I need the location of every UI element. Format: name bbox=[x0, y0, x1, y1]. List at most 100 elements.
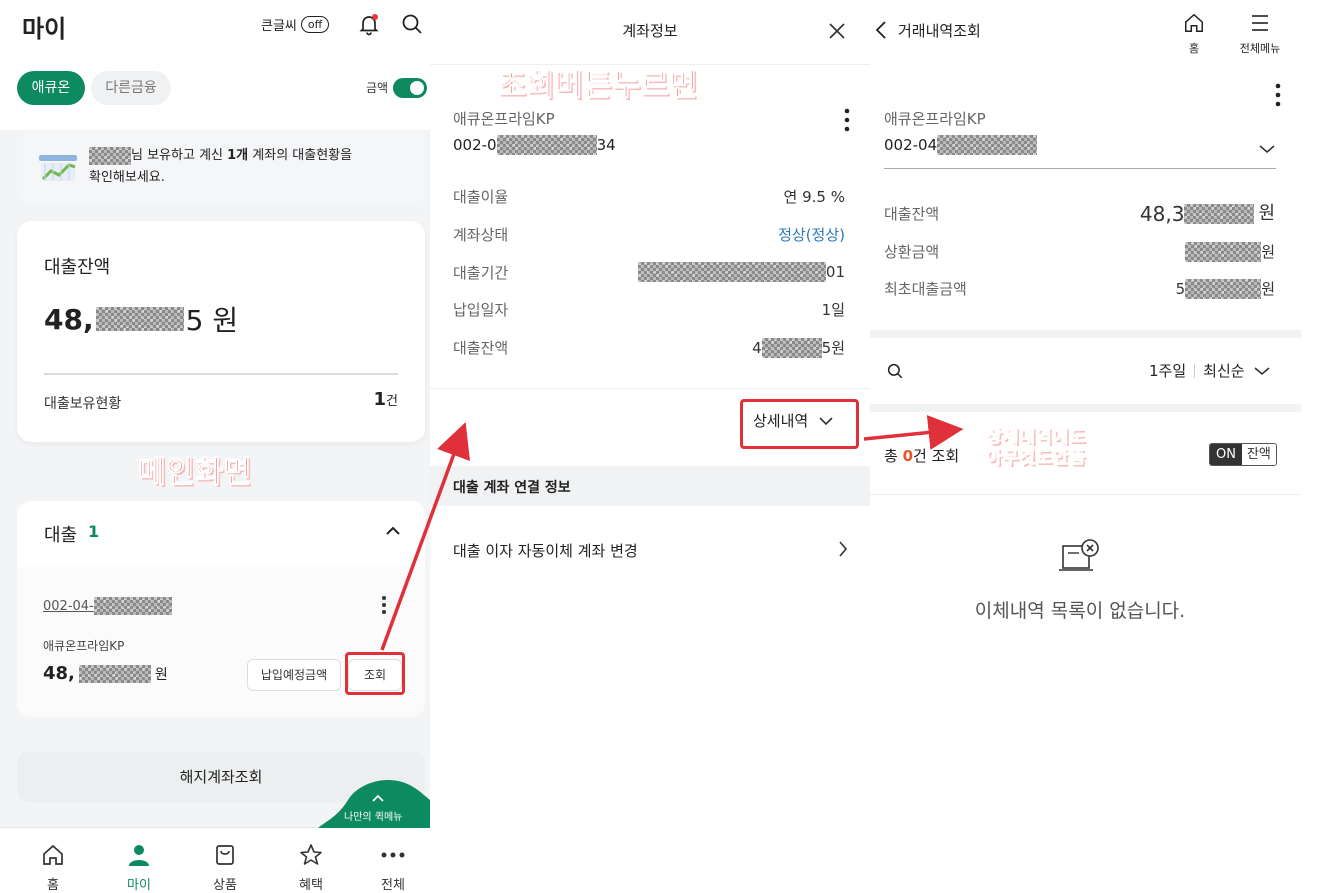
chart-illustration-icon bbox=[37, 153, 81, 189]
back-icon[interactable] bbox=[875, 20, 887, 44]
star-icon bbox=[281, 842, 341, 868]
auto-transfer-change-item[interactable]: 대출 이자 자동이체 계좌 변경 bbox=[430, 526, 870, 572]
more-vertical-icon[interactable] bbox=[1275, 83, 1281, 111]
balance-toggle[interactable]: ON 잔액 bbox=[1209, 443, 1277, 466]
masked-period bbox=[637, 262, 826, 282]
nav-products[interactable]: 상품 bbox=[195, 842, 255, 893]
masked-account bbox=[937, 135, 1038, 155]
loan-account-number[interactable]: 002-04- bbox=[43, 597, 172, 615]
home-icon bbox=[23, 842, 83, 868]
chevron-right-icon bbox=[838, 540, 848, 562]
nav-my[interactable]: 마이 bbox=[109, 842, 169, 893]
auto-transfer-label: 대출 이자 자동이체 계좌 변경 bbox=[453, 542, 638, 560]
account-prefix: 002-04 bbox=[884, 136, 938, 154]
loan-product-name: 애큐온프라임KP bbox=[43, 639, 125, 653]
quick-menu-button[interactable]: 나만의 퀵메뉴 bbox=[318, 780, 430, 828]
info-row-status: 계좌상태 정상(정상) bbox=[453, 226, 845, 244]
masked-amount bbox=[95, 307, 184, 331]
history-row-balance: 대출잔액 48,3 원 bbox=[884, 202, 1275, 226]
quick-menu-label: 나만의 퀵메뉴 bbox=[344, 812, 403, 823]
banner-text: 님 보유하고 계신 1개 계좌의 대출현황을 확인해보세요. bbox=[89, 146, 353, 185]
divider bbox=[870, 494, 1301, 495]
sort-filter: 최신순 bbox=[1203, 362, 1245, 380]
linked-section-header: 대출 계좌 연결 정보 bbox=[430, 466, 870, 506]
masked-name bbox=[89, 146, 131, 165]
balance-amount: 48, 5 원 bbox=[44, 302, 239, 338]
account-info-panel: 계좌정보 조회버튼누르면 애큐온프라임KP 002-0 34 대출이율 연 9.5 … bbox=[430, 0, 870, 893]
amount-toggle[interactable] bbox=[393, 78, 427, 98]
nav-home[interactable]: 홈 bbox=[23, 842, 83, 893]
nav-benefits[interactable]: 혜택 bbox=[281, 842, 341, 893]
hamburger-menu-icon bbox=[1232, 12, 1288, 38]
all-menu-label: 전체메뉴 bbox=[1239, 42, 1281, 55]
more-vertical-icon[interactable] bbox=[844, 108, 850, 136]
home-icon bbox=[1170, 12, 1218, 38]
holding-status-label: 대출보유현황 bbox=[44, 396, 122, 412]
masked-account bbox=[496, 135, 597, 155]
nav-my-label: 마이 bbox=[127, 878, 151, 893]
all-menu-button[interactable]: 전체메뉴 bbox=[1232, 12, 1288, 56]
empty-message: 이체내역 목록이 없습니다. bbox=[974, 600, 1186, 622]
loan-item-amount: 48, 원 bbox=[43, 663, 168, 684]
tab-accuon[interactable]: 애큐온 bbox=[17, 71, 85, 105]
page-title: 마이 bbox=[22, 15, 67, 43]
history-product-name: 애큐온프라임KP bbox=[884, 110, 986, 128]
loan-section-header[interactable]: 대출 1 bbox=[17, 501, 425, 567]
close-icon[interactable] bbox=[828, 22, 846, 44]
main-screen-panel: 마이 큰글씨 off 애큐온 다른금융 금액 님 보유하고 계신 1개 계좌의 … bbox=[0, 0, 430, 893]
detail-highlight-box bbox=[740, 399, 859, 449]
nav-products-label: 상품 bbox=[213, 878, 237, 893]
chevron-down-icon bbox=[1253, 362, 1271, 380]
annotation-press-inquiry: 조회버튼누르면 bbox=[497, 68, 699, 104]
loan-section-title: 대출 bbox=[44, 525, 78, 546]
masked-initial bbox=[1185, 279, 1262, 299]
chevron-up-icon[interactable] bbox=[385, 523, 401, 543]
nav-all[interactable]: 전체 bbox=[363, 842, 423, 893]
linked-section-title: 대출 계좌 연결 정보 bbox=[453, 480, 571, 496]
loan-count-badge: 1 bbox=[88, 522, 100, 541]
history-row-initial-loan: 최초대출금액 5원 bbox=[884, 279, 1275, 299]
status-value: 정상(정상) bbox=[778, 226, 845, 244]
section-divider bbox=[870, 330, 1301, 338]
filter-selector[interactable]: 1주일 최신순 bbox=[1149, 360, 1271, 381]
more-vertical-icon[interactable] bbox=[381, 595, 387, 619]
masked-balance bbox=[1184, 204, 1255, 224]
chevron-down-icon bbox=[1258, 139, 1276, 158]
large-font-toggle-state: off bbox=[300, 16, 330, 33]
balance-card-title: 대출잔액 bbox=[44, 257, 111, 278]
masked-repayment bbox=[1185, 242, 1262, 262]
nav-benefits-label: 혜택 bbox=[299, 878, 323, 893]
large-font-label: 큰글씨 bbox=[261, 19, 297, 34]
annotation-detail-empty: 상세내역에도 아무것도안뜸 bbox=[986, 427, 1086, 469]
history-title: 거래내역조회 bbox=[898, 22, 981, 40]
section-divider bbox=[870, 404, 1301, 412]
info-row-period: 대출기간 01 bbox=[453, 262, 845, 282]
search-icon[interactable] bbox=[886, 362, 904, 384]
nav-all-label: 전체 bbox=[381, 878, 405, 893]
account-selector[interactable]: 002-04 bbox=[884, 135, 1276, 169]
large-font-toggle[interactable]: 큰글씨 off bbox=[261, 15, 330, 34]
home-button[interactable]: 홈 bbox=[1170, 12, 1218, 56]
masked-loan-amount bbox=[78, 664, 151, 683]
divider bbox=[430, 388, 870, 389]
shopping-bag-icon bbox=[195, 842, 255, 868]
bell-icon[interactable] bbox=[357, 12, 381, 40]
home-label: 홈 bbox=[1188, 42, 1200, 55]
nav-home-label: 홈 bbox=[47, 878, 59, 893]
info-row-payment-day: 납입일자 1일 bbox=[453, 301, 845, 319]
annotation-main-screen: 메인화면 bbox=[137, 455, 253, 491]
info-row-balance: 대출잔액 4 5원 bbox=[453, 337, 845, 358]
masked-account bbox=[93, 597, 172, 615]
account-info-title: 계좌정보 bbox=[622, 22, 678, 40]
loan-balance-card[interactable]: 대출잔액 48, 5 원 대출보유현황 1건 bbox=[17, 221, 425, 442]
chevron-up-icon bbox=[371, 788, 385, 807]
tab-other-finance[interactable]: 다른금융 bbox=[91, 71, 171, 105]
search-icon[interactable] bbox=[400, 12, 424, 40]
loan-status-banner[interactable]: 님 보유하고 계신 1개 계좌의 대출현황을 확인해보세요. bbox=[17, 131, 426, 203]
toggle-on: ON bbox=[1210, 444, 1242, 465]
scheduled-payment-button[interactable]: 납입예정금액 bbox=[247, 659, 341, 691]
total-count: 총 0건 조회 bbox=[884, 447, 960, 465]
divider bbox=[44, 373, 398, 375]
holding-count: 1건 bbox=[373, 389, 399, 410]
account-number: 002-0 34 bbox=[453, 135, 616, 155]
